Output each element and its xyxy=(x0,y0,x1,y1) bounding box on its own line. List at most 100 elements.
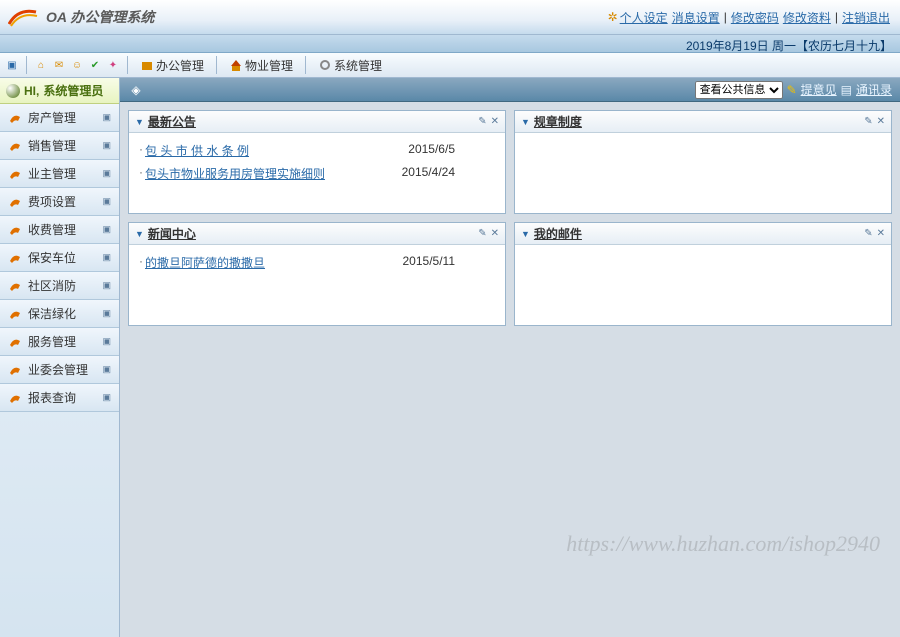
chevron-down-icon[interactable]: ▼ xyxy=(135,229,144,239)
sidebar-item-1[interactable]: 销售管理 ▣ xyxy=(0,132,119,160)
menu-office[interactable]: 办公管理 xyxy=(134,55,210,76)
sidebar-item-label: 费项设置 xyxy=(28,193,76,210)
logo-icon xyxy=(8,6,38,28)
menu-system[interactable]: 系统管理 xyxy=(312,55,388,76)
sidebar-item-label: 社区消防 xyxy=(28,277,76,294)
nav-bird-icon xyxy=(8,195,22,209)
link-message-settings[interactable]: 消息设置 xyxy=(670,9,722,26)
item-date: 2015/5/11 xyxy=(403,254,496,271)
nav-bird-icon xyxy=(8,363,22,377)
system-name: OA 办公管理系统 xyxy=(46,7,154,27)
nav-bird-icon xyxy=(8,307,22,321)
link-personal-settings[interactable]: 个人设定 xyxy=(618,9,670,26)
expand-icon: ▣ xyxy=(102,308,111,319)
expand-icon: ▣ xyxy=(102,140,111,151)
panel-rules: ▼ 规章制度 ✎ ✕ xyxy=(514,110,892,214)
menu-property[interactable]: 物业管理 xyxy=(223,55,299,76)
nav-bird-icon xyxy=(8,279,22,293)
sidebar-item-5[interactable]: 保安车位 ▣ xyxy=(0,244,119,272)
contacts-icon: ▤ xyxy=(841,83,852,97)
item-date: 2015/4/24 xyxy=(402,165,495,182)
link-suggest[interactable]: 提意见 xyxy=(801,81,837,98)
expand-icon: ▣ xyxy=(102,224,111,235)
link-change-password[interactable]: 修改密码 xyxy=(729,9,781,26)
toggle-sidebar-icon[interactable]: ▣ xyxy=(4,57,20,73)
nav-bird-icon xyxy=(8,251,22,265)
list-item: ·包头市物业服务用房管理实施细则2015/4/24 xyxy=(139,162,495,185)
panel-edit-icon[interactable]: ✎ xyxy=(864,116,872,127)
toolbar: ▣ ⌂ ✉ ☺ ✔ ✦ 办公管理 物业管理 系统管理 xyxy=(0,53,900,78)
sidebar-item-label: 销售管理 xyxy=(28,137,76,154)
view-public-info-select[interactable]: 查看公共信息 xyxy=(695,81,783,99)
sidebar-item-9[interactable]: 业委会管理▣ xyxy=(0,356,119,384)
list-item: ·包 头 市 供 水 条 例2015/6/5 xyxy=(139,139,495,162)
panel-edit-icon[interactable]: ✎ xyxy=(478,228,486,239)
panel-title[interactable]: 最新公告 xyxy=(148,113,196,130)
sidebar-item-label: 业主管理 xyxy=(28,165,76,182)
panel-close-icon[interactable]: ✕ xyxy=(491,116,499,127)
sidebar-item-label: 保安车位 xyxy=(28,249,76,266)
sidebar-item-label: 服务管理 xyxy=(28,333,76,350)
panel-mail: ▼ 我的邮件 ✎ ✕ xyxy=(514,222,892,326)
diamond-icon[interactable]: ◈ xyxy=(128,82,144,98)
nav-bird-icon xyxy=(8,139,22,153)
link-contacts[interactable]: 通讯录 xyxy=(856,81,892,98)
list-item: ·的撒旦阿萨德的撒撒旦2015/5/11 xyxy=(139,251,495,274)
main-toolbar: ◈ 查看公共信息 ✎ 提意见 ▤ 通讯录 xyxy=(120,78,900,102)
nav-bird-icon xyxy=(8,391,22,405)
suggest-icon: ✎ xyxy=(787,83,797,97)
home-icon[interactable]: ⌂ xyxy=(33,57,49,73)
item-date: 2015/6/5 xyxy=(408,142,495,159)
gear-icon xyxy=(318,58,332,72)
sidebar-item-8[interactable]: 服务管理▣ xyxy=(0,328,119,356)
item-link[interactable]: 包 头 市 供 水 条 例 xyxy=(145,142,249,159)
sidebar-item-2[interactable]: 业主管理▣ xyxy=(0,160,119,188)
greeting: HI,系统管理员 xyxy=(0,78,119,104)
panel-close-icon[interactable]: ✕ xyxy=(877,116,885,127)
user-status-icon xyxy=(6,84,20,98)
chevron-down-icon[interactable]: ▼ xyxy=(135,117,144,127)
panel-announcements: ▼ 最新公告 ✎ ✕ ·包 头 市 供 水 条 例2015/6/5·包头市物业服… xyxy=(128,110,506,214)
mail-icon[interactable]: ✉ xyxy=(51,57,67,73)
link-logout[interactable]: 注销退出 xyxy=(840,9,892,26)
panel-close-icon[interactable]: ✕ xyxy=(877,228,885,239)
smile-icon[interactable]: ☺ xyxy=(69,57,85,73)
sidebar-item-label: 收费管理 xyxy=(28,221,76,238)
sidebar-item-label: 报表查询 xyxy=(28,389,76,406)
property-icon xyxy=(229,58,243,72)
main-area: ◈ 查看公共信息 ✎ 提意见 ▤ 通讯录 ▼ 最新公告 ✎ ✕ xyxy=(120,78,900,637)
expand-icon: ▣ xyxy=(102,280,111,291)
settings-icon: ✲ xyxy=(608,10,618,24)
item-link[interactable]: 包头市物业服务用房管理实施细则 xyxy=(145,165,325,182)
panel-title[interactable]: 规章制度 xyxy=(534,113,582,130)
panel-edit-icon[interactable]: ✎ xyxy=(864,228,872,239)
panel-news: ▼ 新闻中心 ✎ ✕ ·的撒旦阿萨德的撒撒旦2015/5/11 xyxy=(128,222,506,326)
expand-icon: ▣ xyxy=(102,252,111,263)
chevron-down-icon[interactable]: ▼ xyxy=(521,117,530,127)
expand-icon: ▣ xyxy=(102,112,111,123)
sidebar-item-7[interactable]: 保洁绿化 ▣ xyxy=(0,300,119,328)
sidebar-item-6[interactable]: 社区消防 ▣ xyxy=(0,272,119,300)
star-icon[interactable]: ✦ xyxy=(105,57,121,73)
sidebar-item-4[interactable]: 收费管理 ▣ xyxy=(0,216,119,244)
sidebar-item-label: 房产管理 xyxy=(28,109,76,126)
panel-edit-icon[interactable]: ✎ xyxy=(478,116,486,127)
expand-icon: ▣ xyxy=(102,196,111,207)
nav-bird-icon xyxy=(8,167,22,181)
item-link[interactable]: 的撒旦阿萨德的撒撒旦 xyxy=(145,254,265,271)
panel-close-icon[interactable]: ✕ xyxy=(491,228,499,239)
panel-title[interactable]: 新闻中心 xyxy=(148,225,196,242)
sidebar-item-label: 保洁绿化 xyxy=(28,305,76,322)
sidebar-item-10[interactable]: 报表查询▣ xyxy=(0,384,119,412)
sidebar-item-3[interactable]: 费项设置 ▣ xyxy=(0,188,119,216)
date-bar: 2019年8月19日 周一【农历七月十九】 xyxy=(0,35,900,53)
nav-bird-icon xyxy=(8,111,22,125)
nav-bird-icon xyxy=(8,223,22,237)
sidebar-item-0[interactable]: 房产管理 ▣ xyxy=(0,104,119,132)
link-change-profile[interactable]: 修改资料 xyxy=(781,9,833,26)
panel-title[interactable]: 我的邮件 xyxy=(534,225,582,242)
office-icon xyxy=(140,58,154,72)
check-icon[interactable]: ✔ xyxy=(87,57,103,73)
chevron-down-icon[interactable]: ▼ xyxy=(521,229,530,239)
nav-bird-icon xyxy=(8,335,22,349)
